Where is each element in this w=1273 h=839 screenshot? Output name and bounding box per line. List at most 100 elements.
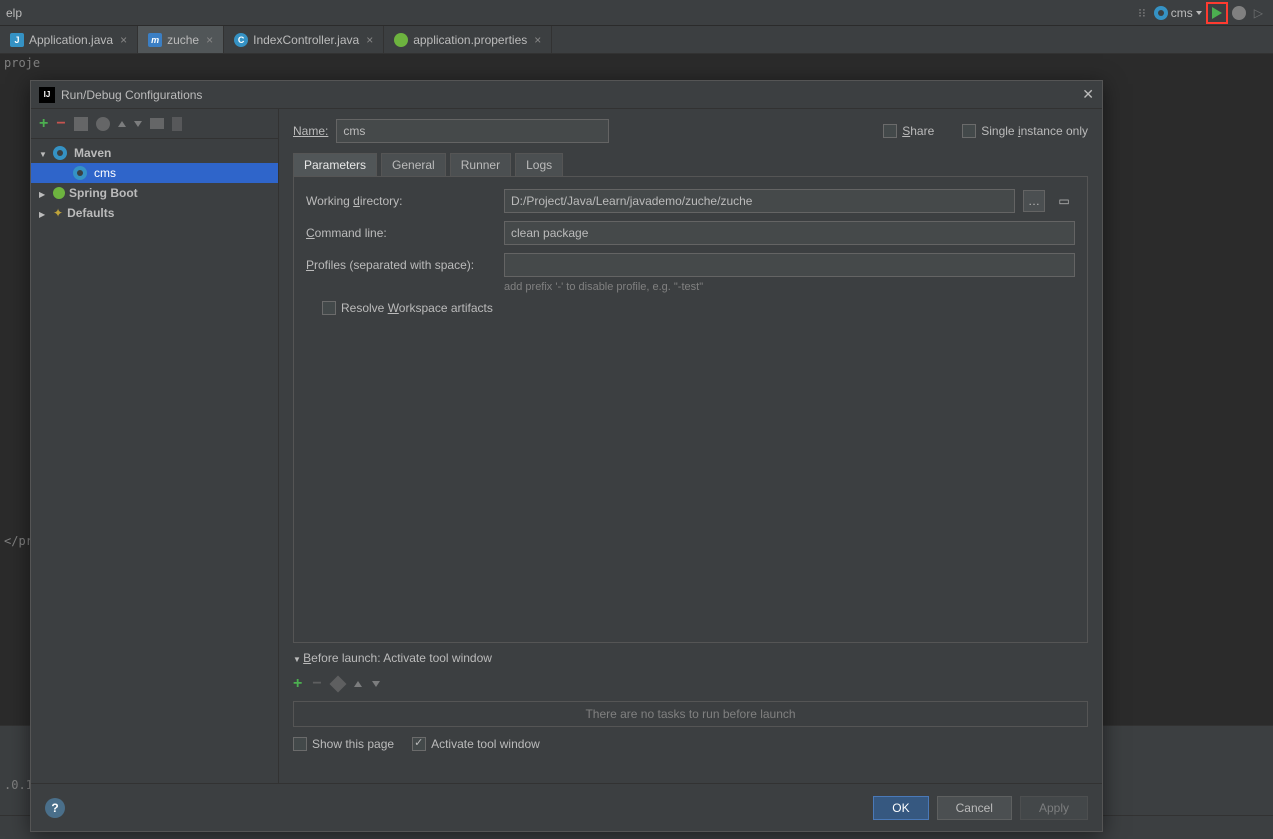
before-launch-section: Before launch: Activate tool window + − …	[293, 651, 1088, 751]
single-instance-label: Single instance only	[981, 124, 1088, 138]
parameters-panel: Working directory: … ▭ Command line: Pro…	[293, 177, 1088, 643]
close-icon[interactable]: ×	[120, 33, 127, 47]
editor-tabs: J Application.java × m zuche × C IndexCo…	[0, 26, 1273, 54]
tab-index-controller[interactable]: C IndexController.java ×	[224, 26, 384, 53]
menu-help[interactable]: elp	[6, 6, 22, 20]
tab-application-properties[interactable]: application.properties ×	[384, 26, 552, 53]
class-icon: C	[234, 33, 248, 47]
resolve-workspace-label: Resolve Workspace artifacts	[341, 301, 493, 315]
before-launch-toolbar: + −	[293, 671, 1088, 697]
cancel-button[interactable]: Cancel	[937, 796, 1012, 820]
move-task-down-button[interactable]	[372, 681, 380, 687]
dialog-title: Run/Debug Configurations	[61, 88, 1082, 102]
resolve-workspace-row: Resolve Workspace artifacts	[306, 301, 1075, 315]
maven-file-icon: m	[148, 33, 162, 47]
debug-button[interactable]	[1228, 2, 1250, 24]
tree-label: Defaults	[67, 206, 114, 220]
name-input[interactable]	[336, 119, 608, 143]
dialog-titlebar: IJ Run/Debug Configurations ✕	[31, 81, 1102, 109]
working-dir-label: Working directory:	[306, 194, 496, 208]
config-tree-panel: + − Maven cms	[31, 109, 279, 783]
tab-label: Application.java	[29, 33, 113, 47]
profiles-label: Profiles (separated with space):	[306, 258, 496, 272]
tab-general[interactable]: General	[381, 153, 446, 176]
show-page-label: Show this page	[312, 737, 394, 751]
maven-icon	[73, 166, 87, 180]
command-line-label: Command line:	[306, 226, 496, 240]
config-tree: Maven cms Spring Boot ✦ Defaults	[31, 139, 278, 783]
activate-tool-checkbox[interactable]: Activate tool window	[412, 737, 540, 751]
move-down-button[interactable]	[134, 121, 142, 127]
expand-icon	[39, 186, 49, 200]
empty-tasks-label: There are no tasks to run before launch	[585, 707, 795, 721]
sort-button[interactable]	[172, 117, 182, 131]
tab-label: application.properties	[413, 33, 527, 47]
run-config-dropdown[interactable]: cms	[1150, 2, 1206, 24]
run-debug-config-dialog: IJ Run/Debug Configurations ✕ + − Maven	[30, 80, 1103, 832]
tree-node-defaults[interactable]: ✦ Defaults	[31, 203, 278, 223]
command-line-input[interactable]	[504, 221, 1075, 245]
folder-button[interactable]	[150, 118, 164, 129]
move-task-up-button[interactable]	[354, 681, 362, 687]
settings-config-button[interactable]	[96, 117, 110, 131]
apply-button[interactable]: Apply	[1020, 796, 1088, 820]
activate-tool-label: Activate tool window	[431, 737, 540, 751]
run-button[interactable]	[1206, 2, 1228, 24]
editor-line: proje	[0, 54, 1273, 72]
tree-node-spring-boot[interactable]: Spring Boot	[31, 183, 278, 203]
maven-icon	[53, 146, 67, 160]
dialog-close-button[interactable]: ✕	[1082, 86, 1094, 103]
tab-logs[interactable]: Logs	[515, 153, 563, 176]
add-task-button[interactable]: +	[293, 675, 302, 693]
tree-node-maven[interactable]: Maven	[31, 143, 278, 163]
remove-config-button[interactable]: −	[56, 115, 65, 133]
checkbox-icon	[883, 124, 897, 138]
checkbox-icon	[293, 737, 307, 751]
close-icon[interactable]: ×	[534, 33, 541, 47]
tab-parameters[interactable]: Parameters	[293, 153, 377, 176]
name-label: Name:	[293, 124, 328, 138]
remove-task-button[interactable]: −	[312, 675, 321, 693]
java-icon: J	[10, 33, 24, 47]
share-label: Share	[902, 124, 934, 138]
expand-icon	[39, 206, 49, 220]
tree-node-cms[interactable]: cms	[31, 163, 278, 183]
share-checkbox[interactable]: Share	[883, 124, 934, 138]
profiles-row: Profiles (separated with space):	[306, 253, 1075, 277]
checkbox-icon	[322, 301, 336, 315]
close-icon[interactable]: ×	[206, 33, 213, 47]
gear-icon	[1154, 6, 1168, 20]
tab-runner[interactable]: Runner	[450, 153, 511, 176]
add-config-button[interactable]: +	[39, 115, 48, 133]
tree-toolbar: + −	[31, 109, 278, 139]
close-icon[interactable]: ×	[366, 33, 373, 47]
insert-path-button[interactable]: ▭	[1053, 190, 1075, 212]
help-button[interactable]: ?	[45, 798, 65, 818]
checkbox-checked-icon	[412, 737, 426, 751]
edit-task-button[interactable]	[329, 676, 346, 693]
name-row: Name: Share Single instance only	[293, 119, 1088, 143]
ok-button[interactable]: OK	[873, 796, 928, 820]
tab-zuche[interactable]: m zuche ×	[138, 26, 224, 53]
toolbar-icon-1[interactable]: ⁝⁝	[1134, 2, 1150, 24]
show-page-checkbox[interactable]: Show this page	[293, 737, 394, 751]
dropdown-arrow-icon	[1196, 11, 1202, 15]
dialog-footer: ? OK Cancel Apply	[31, 783, 1102, 831]
spring-icon	[53, 187, 65, 199]
resolve-workspace-checkbox[interactable]: Resolve Workspace artifacts	[322, 301, 493, 315]
before-launch-options: Show this page Activate tool window	[293, 737, 1088, 751]
move-up-button[interactable]	[118, 121, 126, 127]
single-instance-checkbox[interactable]: Single instance only	[962, 124, 1088, 138]
profiles-input[interactable]	[504, 253, 1075, 277]
tree-label: Spring Boot	[69, 186, 138, 200]
before-launch-title[interactable]: Before launch: Activate tool window	[293, 651, 1088, 665]
play-icon	[1212, 7, 1222, 19]
toolbar-icon-last[interactable]: ▷	[1250, 2, 1267, 24]
tab-application-java[interactable]: J Application.java ×	[0, 26, 138, 53]
copy-config-button[interactable]	[74, 117, 88, 131]
profiles-hint: add prefix '-' to disable profile, e.g. …	[504, 281, 1075, 293]
working-dir-input[interactable]	[504, 189, 1015, 213]
tab-label: IndexController.java	[253, 33, 359, 47]
browse-button[interactable]: …	[1023, 190, 1045, 212]
command-line-row: Command line:	[306, 221, 1075, 245]
